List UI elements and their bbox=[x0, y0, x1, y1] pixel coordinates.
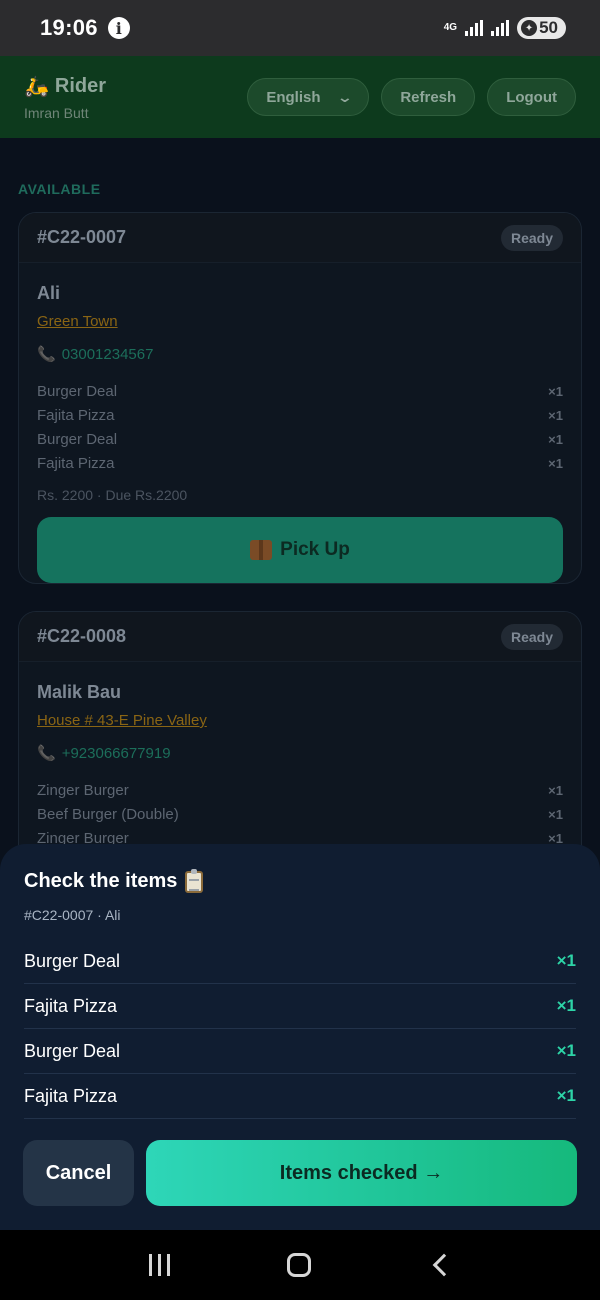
rider-name: Imran Butt bbox=[24, 104, 89, 121]
list-item: Fajita Pizza ×1 bbox=[37, 403, 563, 427]
item-qty: ×1 bbox=[548, 806, 563, 822]
customer-address-link[interactable]: Green Town bbox=[37, 313, 118, 330]
item-qty: ×1 bbox=[556, 1041, 576, 1060]
item-qty: ×1 bbox=[556, 996, 576, 1015]
phone-icon: 📞 bbox=[37, 346, 56, 363]
list-item: Beef Burger (Double) ×1 bbox=[37, 802, 563, 826]
order-card: #C22-0008 Ready Malik Bau House # 43-E P… bbox=[18, 611, 582, 871]
system-nav-bar bbox=[0, 1230, 600, 1300]
status-indicators: 4G ✦ 50 bbox=[444, 17, 566, 39]
battery-level: 50 bbox=[539, 18, 558, 37]
header-actions: English ⌄ Refresh Logout bbox=[247, 78, 576, 116]
item-qty: ×1 bbox=[548, 383, 563, 399]
back-icon[interactable] bbox=[432, 1253, 455, 1277]
pick-up-label: Pick Up bbox=[280, 539, 350, 560]
check-item-row: Burger Deal ×1 bbox=[24, 939, 576, 984]
order-id: #C22-0008 bbox=[37, 626, 127, 646]
order-card-header: #C22-0007 Ready bbox=[19, 213, 581, 263]
language-value: English bbox=[266, 88, 321, 106]
item-qty: ×1 bbox=[556, 951, 576, 970]
item-name: Fajita Pizza bbox=[37, 406, 115, 424]
refresh-button[interactable]: Refresh bbox=[381, 78, 476, 116]
logout-button[interactable]: Logout bbox=[487, 78, 576, 116]
items-checked-button[interactable]: Items checked → bbox=[146, 1140, 577, 1206]
list-item: Fajita Pizza ×1 bbox=[37, 451, 563, 475]
language-select[interactable]: English ⌄ bbox=[247, 78, 370, 116]
order-item-list: Burger Deal ×1 Fajita Pizza ×1 Burger De… bbox=[37, 379, 563, 475]
order-card: #C22-0007 Ready Ali Green Town 📞 0300123… bbox=[18, 212, 582, 584]
customer-name: Malik Bau bbox=[37, 682, 122, 702]
customer-phone: 03001234567 bbox=[61, 345, 154, 363]
status-badge: Ready bbox=[500, 224, 563, 251]
power-saving-icon: ✦ bbox=[521, 20, 538, 36]
item-qty: ×1 bbox=[548, 431, 563, 447]
status-time: 19:06 bbox=[40, 15, 98, 40]
item-name: Beef Burger (Double) bbox=[37, 805, 179, 823]
check-item-row: Burger Deal ×1 bbox=[24, 1029, 576, 1074]
brand: 🛵 Rider Imran Butt bbox=[24, 74, 106, 121]
item-name: Zinger Burger bbox=[37, 781, 129, 799]
item-qty: ×1 bbox=[548, 455, 563, 471]
list-item: Zinger Burger ×1 bbox=[37, 778, 563, 802]
item-name: Fajita Pizza bbox=[24, 1085, 118, 1106]
item-name: Burger Deal bbox=[24, 1040, 121, 1061]
app-title-text: Rider bbox=[54, 74, 107, 97]
item-name: Burger Deal bbox=[37, 430, 118, 448]
check-items-sheet: Check the items #C22-0007 · Ali Burger D… bbox=[0, 844, 600, 1230]
order-card-body: Ali Green Town 📞 03001234567 Burger Deal… bbox=[19, 263, 581, 583]
customer-address-link[interactable]: House # 43-E Pine Valley bbox=[37, 712, 207, 729]
home-icon[interactable] bbox=[286, 1253, 311, 1277]
customer-phone-link[interactable]: 📞 03001234567 bbox=[37, 345, 563, 364]
chevron-down-icon: ⌄ bbox=[336, 88, 353, 105]
order-card-header: #C22-0008 Ready bbox=[19, 612, 581, 662]
app-header: 🛵 Rider Imran Butt English ⌄ Refresh Log… bbox=[0, 56, 600, 138]
item-name: Burger Deal bbox=[24, 950, 121, 971]
package-icon bbox=[250, 540, 273, 560]
item-name: Burger Deal bbox=[37, 382, 118, 400]
sheet-title: Check the items bbox=[24, 868, 576, 893]
status-bar: 19:06 i 4G ✦ 50 bbox=[0, 0, 600, 56]
battery-indicator: ✦ 50 bbox=[517, 17, 566, 39]
list-item: Burger Deal ×1 bbox=[37, 379, 563, 403]
item-qty: ×1 bbox=[556, 1086, 576, 1105]
scooter-icon: 🛵 bbox=[24, 75, 49, 98]
order-total: Rs. 2200 · Due Rs.2200 bbox=[37, 487, 188, 503]
network-type: 4G bbox=[443, 22, 458, 33]
app-title: 🛵 Rider bbox=[24, 74, 106, 99]
sheet-subtitle: #C22-0007 · Ali bbox=[24, 907, 121, 923]
order-id: #C22-0007 bbox=[37, 227, 127, 247]
recent-apps-icon[interactable] bbox=[148, 1254, 170, 1276]
check-item-list: Burger Deal ×1 Fajita Pizza ×1 Burger De… bbox=[24, 939, 576, 1119]
clipboard-icon bbox=[185, 868, 204, 893]
info-icon: i bbox=[107, 17, 130, 39]
sheet-title-text: Check the items bbox=[24, 870, 178, 892]
signal-icon bbox=[465, 20, 484, 36]
order-card-body: Malik Bau House # 43-E Pine Valley 📞 +92… bbox=[19, 662, 581, 850]
item-name: Fajita Pizza bbox=[37, 454, 115, 472]
pick-up-button[interactable]: Pick Up bbox=[37, 517, 563, 583]
status-badge: Ready bbox=[500, 623, 563, 650]
check-item-row: Fajita Pizza ×1 bbox=[24, 984, 576, 1029]
list-item: Burger Deal ×1 bbox=[37, 427, 563, 451]
customer-name: Ali bbox=[37, 283, 61, 303]
phone-icon: 📞 bbox=[37, 745, 56, 762]
section-label-available: AVAILABLE bbox=[18, 181, 101, 197]
order-item-list: Zinger Burger ×1 Beef Burger (Double) ×1… bbox=[37, 778, 563, 850]
customer-phone: +923066677919 bbox=[61, 744, 171, 762]
check-item-row: Fajita Pizza ×1 bbox=[24, 1074, 576, 1119]
item-qty: ×1 bbox=[548, 407, 563, 423]
cancel-button[interactable]: Cancel bbox=[23, 1140, 134, 1206]
signal-icon-2 bbox=[491, 20, 510, 36]
item-name: Fajita Pizza bbox=[24, 995, 118, 1016]
customer-phone-link[interactable]: 📞 +923066677919 bbox=[37, 744, 563, 763]
item-qty: ×1 bbox=[548, 782, 563, 798]
sheet-actions: Cancel Items checked → bbox=[23, 1140, 577, 1206]
